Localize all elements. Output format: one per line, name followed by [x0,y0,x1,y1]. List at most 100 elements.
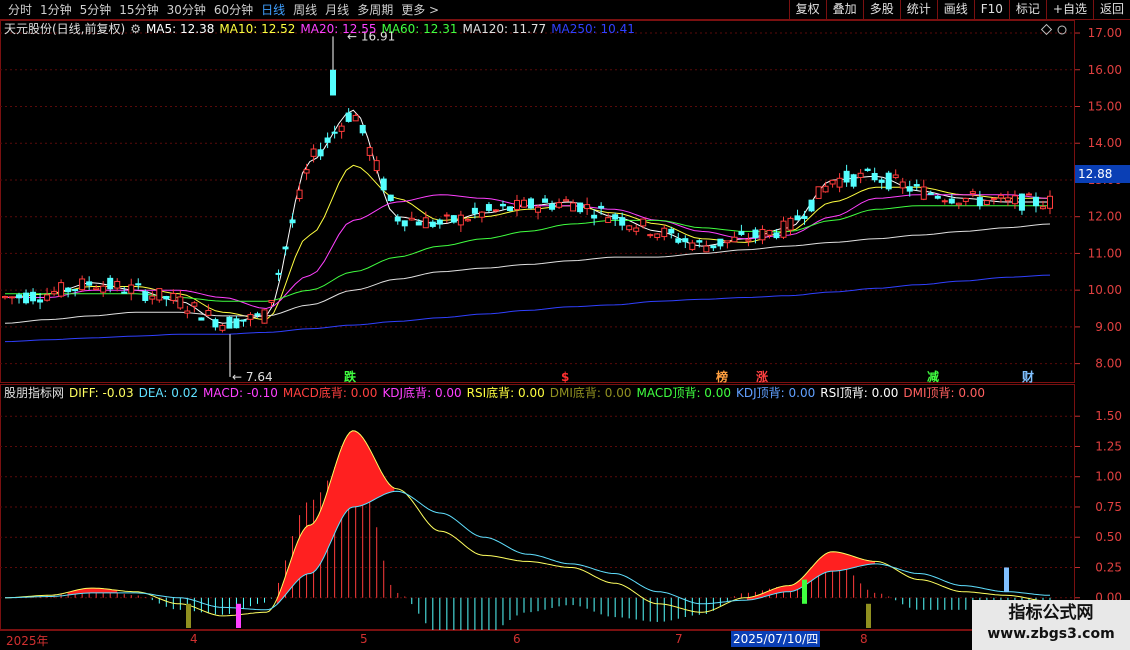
ma10-label: MA10: 12.52 [219,22,296,36]
candle-body [710,245,717,249]
candle-body [997,194,1004,199]
candle-body [605,217,612,223]
candle-body [815,186,822,199]
candle-body [584,204,591,210]
toolbar-button-7[interactable]: +自选 [1045,0,1093,20]
candle-body [766,229,773,236]
period-tab-9[interactable]: 多周期 [353,2,397,18]
candle-body [359,124,366,134]
indicator-value-2: MACD: -0.10 [202,386,278,400]
candle-body [79,278,86,291]
event-marker-4[interactable]: 减 [927,370,939,384]
candle-body [759,228,766,241]
y-tick-label: 15.00 [1088,99,1122,113]
candle-body [422,217,429,229]
indicator-chart[interactable]: 0.000.250.500.751.001.251.50 [0,384,1130,630]
candle-body [955,202,962,206]
candle-body [254,313,261,316]
toolbar-button-8[interactable]: 返回 [1092,0,1130,20]
macd-cross-fill [746,551,875,601]
candle-body [724,240,731,244]
period-tab-10[interactable]: 更多 > [397,2,443,18]
candle-body [934,195,941,199]
candle-body [107,277,114,290]
event-marker-3[interactable]: 涨 [756,370,768,384]
candle-body [892,174,899,179]
candle-body [156,288,163,301]
y-tick-label: 14.00 [1088,136,1122,150]
candle-body [345,112,352,122]
candle-body [177,296,184,309]
ma120-label: MA120: 11.77 [462,22,547,36]
period-tab-0[interactable]: 分时 [4,2,36,18]
candle-body [570,202,577,212]
toolbar-button-4[interactable]: 画线 [936,0,974,20]
period-tab-8[interactable]: 月线 [321,2,353,18]
settings-icon[interactable]: ⚙ [130,21,141,37]
candle-body [983,200,990,206]
period-tab-3[interactable]: 15分钟 [115,2,162,18]
period-tab-1[interactable]: 1分钟 [36,2,76,18]
candle-body [682,238,689,243]
y-tick-label: 1.25 [1095,439,1122,453]
toolbar-button-2[interactable]: 多股 [862,0,900,20]
candle-body [745,239,752,242]
candle-body [205,310,212,316]
toolbar-button-5[interactable]: F10 [973,0,1009,20]
price-chart-frame [0,20,1075,383]
candle-body [962,197,969,202]
toolbar-button-0[interactable]: 复权 [788,0,826,20]
candle-body [654,233,661,238]
candle-body [478,211,485,218]
toolbar-button-3[interactable]: 统计 [899,0,937,20]
ma60-label: MA60: 12.31 [381,22,458,36]
candle-body [114,280,121,289]
candle-body [850,174,857,187]
candle-body [247,314,254,320]
toolbar-button-6[interactable]: 标记 [1008,0,1046,20]
signal-marker-3 [866,603,871,628]
event-marker-1[interactable]: $ [561,370,569,384]
candle-body [808,199,815,212]
candle-body [485,204,492,211]
period-tab-5[interactable]: 60分钟 [210,2,257,18]
candle-body [717,238,724,247]
candle-body [773,232,780,239]
price-chart[interactable]: 8.009.0010.0011.0012.0013.0014.0015.0016… [0,20,1130,384]
candle-body [226,316,233,329]
y-tick-label: 9.00 [1095,320,1122,334]
candle-body [37,299,44,303]
period-tab-4[interactable]: 30分钟 [163,2,210,18]
candle-body [563,199,570,202]
event-marker-5[interactable]: 财 [1022,370,1034,384]
candle-body [1004,197,1011,202]
period-tab-7[interactable]: 周线 [289,2,321,18]
event-marker-0[interactable]: 跌 [344,370,356,384]
indicator-value-3: MACD底背: 0.00 [282,386,378,400]
candle-body [443,214,450,217]
y-tick-label: 1.00 [1095,470,1122,484]
period-tabs: 分时 1分钟 5分钟 15分钟 30分钟 60分钟 日线 周线 月线 多周期 更多 > [4,2,443,18]
indicator-value-10: DMI顶背: 0.00 [903,386,986,400]
candle-body [787,217,794,231]
candle-body [920,186,927,200]
period-tab-2[interactable]: 5分钟 [76,2,116,18]
candle-body [275,272,282,275]
toolbar-button-1[interactable]: 叠加 [825,0,863,20]
candle-body [990,197,997,200]
candle-body [976,197,983,207]
indicator-value-8: KDJ顶背: 0.00 [736,386,816,400]
candle-body [436,219,443,225]
x-tick-label-0: 2025年 [6,634,49,648]
candle-body [450,215,457,223]
period-tab-6[interactable]: 日线 [257,2,289,18]
candle-body [317,149,324,157]
ma20-label: MA20: 12.55 [300,22,377,36]
candle-body [366,147,373,156]
candle-body [23,292,30,304]
event-marker-2[interactable]: 榜 [716,370,728,384]
candle-body [520,199,527,208]
candle-body [296,189,303,200]
x-tick-label-5: 8 [860,632,868,646]
candle-body [1047,195,1053,209]
